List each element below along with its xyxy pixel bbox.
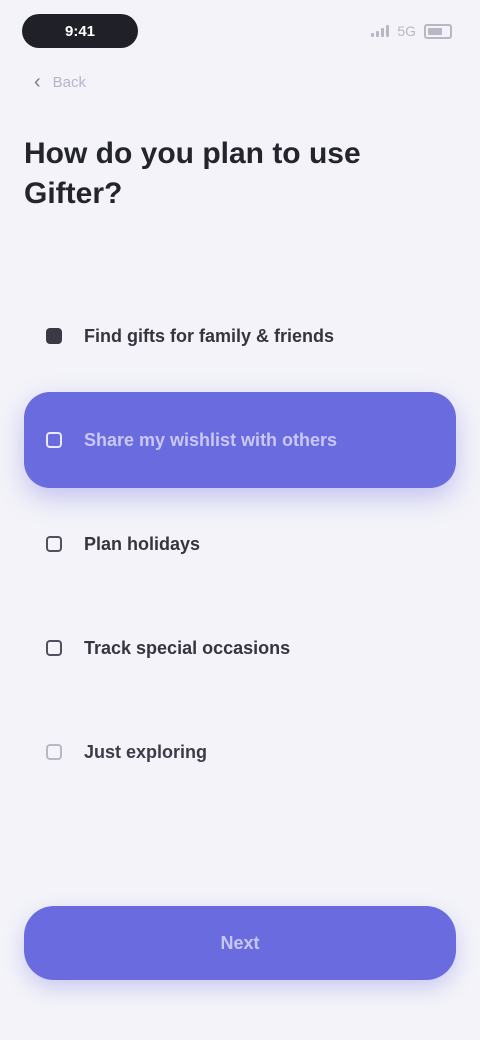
- question-title: How do you plan to use Gifter?: [24, 137, 361, 210]
- option-track-occasions[interactable]: Track special occasions: [24, 600, 456, 696]
- back-button[interactable]: ‹ Back: [34, 72, 86, 92]
- back-label: Back: [52, 73, 87, 91]
- option-share-wishlist[interactable]: Share my wishlist with others: [24, 392, 456, 488]
- option-find-gifts[interactable]: Find gifts for family & friends: [24, 288, 456, 384]
- option-label: Just exploring: [84, 741, 208, 762]
- onboarding-screen: 9:41 5G ‹ Back How do you plan to use Gi…: [0, 0, 480, 1040]
- option-label: Share my wishlist with others: [84, 429, 338, 450]
- option-plan-holidays[interactable]: Plan holidays: [24, 496, 456, 592]
- option-label: Plan holidays: [84, 533, 201, 554]
- chevron-left-icon: ‹: [34, 71, 41, 93]
- status-icons: 5G: [371, 23, 452, 39]
- options-list: Find gifts for family & friends Share my…: [24, 288, 456, 800]
- status-bar: 9:41 5G: [22, 14, 452, 48]
- network-label: 5G: [397, 23, 416, 39]
- status-time: 9:41: [22, 14, 138, 48]
- checkbox-icon: [46, 640, 62, 656]
- next-button[interactable]: Next: [24, 906, 456, 980]
- option-label: Find gifts for family & friends: [84, 325, 335, 346]
- checkbox-icon: [46, 744, 62, 760]
- option-label: Track special occasions: [84, 637, 291, 658]
- battery-icon: [424, 23, 452, 39]
- checkbox-icon: [46, 536, 62, 552]
- checkbox-icon: [46, 432, 62, 448]
- option-just-exploring[interactable]: Just exploring: [24, 704, 456, 800]
- checkbox-icon: [46, 328, 62, 344]
- signal-icon: [371, 25, 390, 37]
